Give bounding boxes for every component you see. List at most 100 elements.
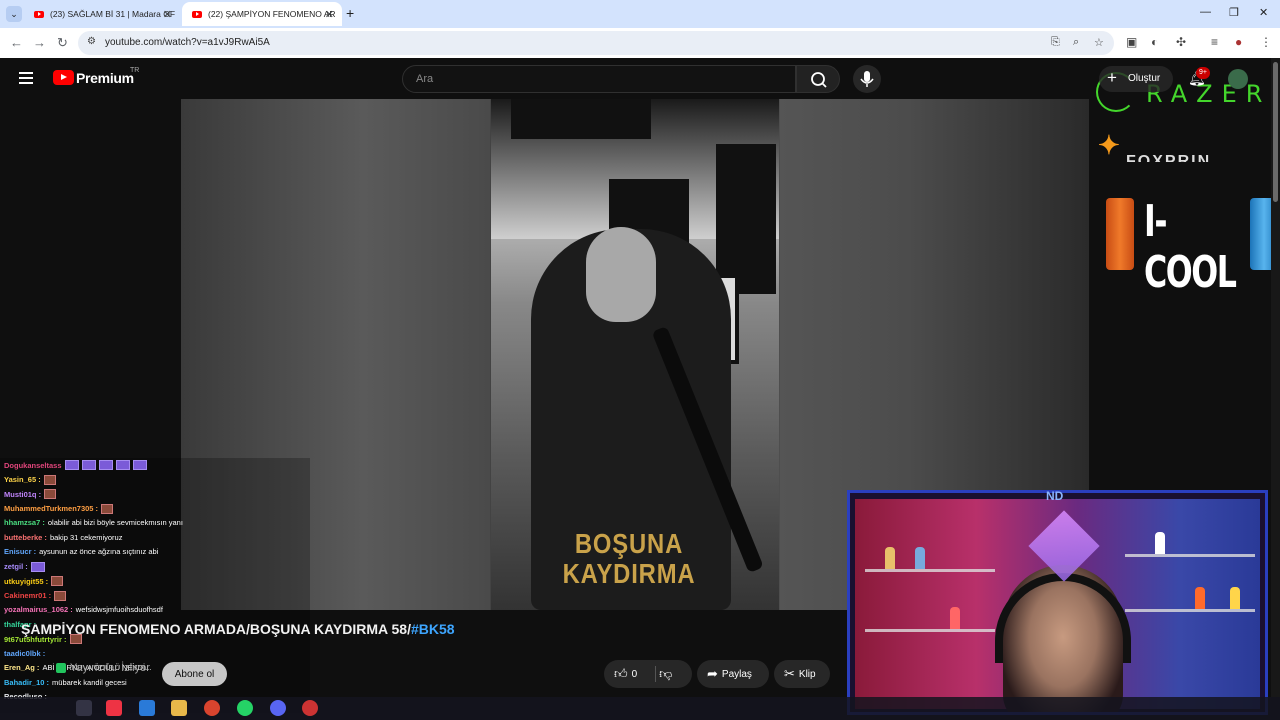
chrome-icon[interactable] [204, 700, 220, 716]
puzzle-icon[interactable]: ✣ [1176, 35, 1186, 49]
video-caption: BOŞUNA KAYDIRMA [561, 529, 697, 589]
chat-emote-icon [44, 489, 57, 499]
figurine [915, 547, 925, 569]
close-tab-icon[interactable]: ✕ [163, 8, 172, 21]
shelf [865, 569, 995, 572]
chat-message: Yasin_65 : [4, 474, 56, 485]
chat-username[interactable]: Eren_Ag : [4, 663, 39, 672]
browser-tab[interactable]: (23) SAĞLAM Bİ 31 | Madara OF ✕ [24, 2, 180, 26]
microphone-icon [860, 71, 874, 87]
chat-message: Cakinemr01 : [4, 590, 67, 601]
dislike-icon[interactable]: 👎︎ [659, 666, 672, 682]
subscribe-button[interactable]: Abone ol [162, 662, 227, 686]
like-count: 0 [631, 668, 638, 680]
region-code: TR [130, 67, 140, 74]
chat-emote-icon [64, 460, 79, 470]
hamburger-menu-icon[interactable] [19, 72, 33, 84]
chat-message: Dogukanseltass [4, 460, 147, 470]
channel-avatar-icon[interactable] [56, 663, 66, 673]
chat-username[interactable]: yozalmairus_1062 : [4, 605, 73, 614]
browser-tab-active[interactable]: (22) ŞAMPİYON FENOMENO AR ✕ [182, 2, 342, 26]
share-button[interactable]: ➦ Paylaş [697, 660, 769, 688]
whatsapp-icon[interactable] [237, 700, 253, 716]
reading-list-icon[interactable]: ≡ [1211, 35, 1218, 49]
clip-button[interactable]: ✂ Klip [774, 660, 830, 688]
clip-label: Klip [798, 668, 816, 680]
youtube-logo-icon[interactable] [53, 70, 74, 85]
chat-username[interactable]: Bahadir_10 : [4, 678, 49, 687]
chat-username[interactable]: MuhammedTurkmen7305 : [4, 504, 98, 513]
search-icon [811, 72, 827, 88]
extension-icon[interactable]: ◐ [1151, 35, 1158, 49]
close-window-icon[interactable]: ✕ [1259, 6, 1268, 19]
bookmark-star-icon[interactable]: ☆ [1094, 36, 1104, 49]
tab-title: (23) SAĞLAM Bİ 31 | Madara OF [50, 9, 176, 19]
task-view-icon[interactable] [76, 700, 92, 716]
viewers-label: Yayıncılar İzliyor [70, 662, 150, 674]
divider [655, 666, 656, 682]
chat-username[interactable]: Dogukanseltass [4, 461, 62, 470]
chat-username[interactable]: taadic0lbk : [4, 649, 45, 658]
youtube-favicon-icon [192, 10, 202, 18]
minimize-icon[interactable]: — [1200, 6, 1211, 18]
chat-message: taadic0lbk : [4, 649, 45, 658]
chat-username[interactable]: zetgil : [4, 562, 28, 571]
obs-icon[interactable] [302, 700, 318, 716]
shelf [1125, 554, 1255, 557]
chat-username[interactable]: hhamzsa7 : [4, 518, 45, 527]
profile-icon[interactable]: ● [1235, 35, 1242, 49]
app-icon[interactable] [106, 700, 122, 716]
caption-line: KAYDIRMA [562, 558, 696, 589]
search-button[interactable] [796, 65, 840, 93]
chat-username[interactable]: Enisucr : [4, 547, 36, 556]
address-toolbar: ← → ↻ ⚙ youtube.com/watch?v=a1vJ9RwAi5A … [0, 28, 1280, 58]
chat-text: wefsidwsjmfuoihsduofhsdf [75, 605, 163, 614]
chat-message: zetgil : [4, 561, 45, 572]
voice-search-button[interactable] [853, 65, 881, 93]
fox-logo-icon: ✦ [1098, 130, 1120, 160]
address-bar[interactable]: ⚙ youtube.com/watch?v=a1vJ9RwAi5A ⎘ ⌕ ☆ [78, 31, 1114, 55]
chat-username[interactable]: Yasin_65 : [4, 475, 41, 484]
edge-icon[interactable] [139, 700, 155, 716]
shelf [1125, 609, 1255, 612]
search-input[interactable]: Ara [402, 65, 796, 93]
chat-emote-icon [98, 460, 113, 470]
premium-logo-text[interactable]: Premium [76, 70, 134, 86]
fox-sponsor: FOXPRIN [1126, 153, 1212, 162]
close-tab-icon[interactable]: ✕ [325, 8, 334, 21]
reload-icon[interactable]: ↻ [57, 35, 68, 51]
chat-message: Musti01q : [4, 489, 57, 499]
video-title: ŞAMPİYON FENOMENO ARMADA/BOŞUNA KAYDIRMA… [21, 621, 455, 637]
site-info-icon[interactable]: ⚙ [87, 36, 96, 47]
discord-icon[interactable] [270, 700, 286, 716]
menu-kebab-icon[interactable]: ⋮ [1260, 35, 1272, 49]
shelf [865, 629, 995, 632]
chat-username[interactable]: Musti01q : [4, 490, 41, 499]
new-tab-icon[interactable]: + [346, 5, 354, 21]
caption-line: BOŞUNA [574, 528, 684, 559]
chat-message: MuhammedTurkmen7305 : [4, 503, 114, 514]
scrollbar-thumb[interactable] [1273, 62, 1278, 202]
chat-text: mübarek kandil gecesi [52, 677, 127, 687]
figurine [885, 547, 895, 569]
chat-message: Enisucr : aysunun az önce ağzına sıçtınız… [4, 547, 158, 556]
chat-message: Bahadir_10 : mübarek kandil gecesi [4, 678, 127, 687]
chat-username[interactable]: utkuyigit55 : [4, 577, 48, 586]
url-text: youtube.com/watch?v=a1vJ9RwAi5A [105, 37, 270, 48]
browser-tab-strip: ⌄ (23) SAĞLAM Bİ 31 | Madara OF ✕ (22) Ş… [0, 0, 1280, 28]
video-frame: BOŞUNA KAYDIRMA [491, 99, 779, 610]
restore-icon[interactable]: ❐ [1229, 6, 1239, 19]
file-explorer-icon[interactable] [171, 700, 187, 716]
zoom-icon[interactable]: ⌕ [1073, 36, 1079, 49]
chat-username[interactable]: Cakinemr01 : [4, 591, 51, 600]
hashtag-link[interactable]: #BK58 [411, 621, 455, 637]
chat-username[interactable]: butteberke : [4, 533, 47, 542]
back-icon[interactable]: ← [10, 35, 23, 50]
account-avatar[interactable] [1228, 69, 1248, 89]
extension-icon[interactable]: ▣ [1126, 35, 1137, 49]
tab-search-icon[interactable]: ⌄ [6, 6, 22, 22]
install-app-icon[interactable]: ⎘ [1051, 36, 1060, 49]
chat-emote-icon [30, 561, 45, 572]
like-icon[interactable]: 👍︎ [614, 666, 628, 682]
forward-icon[interactable]: → [33, 35, 46, 50]
